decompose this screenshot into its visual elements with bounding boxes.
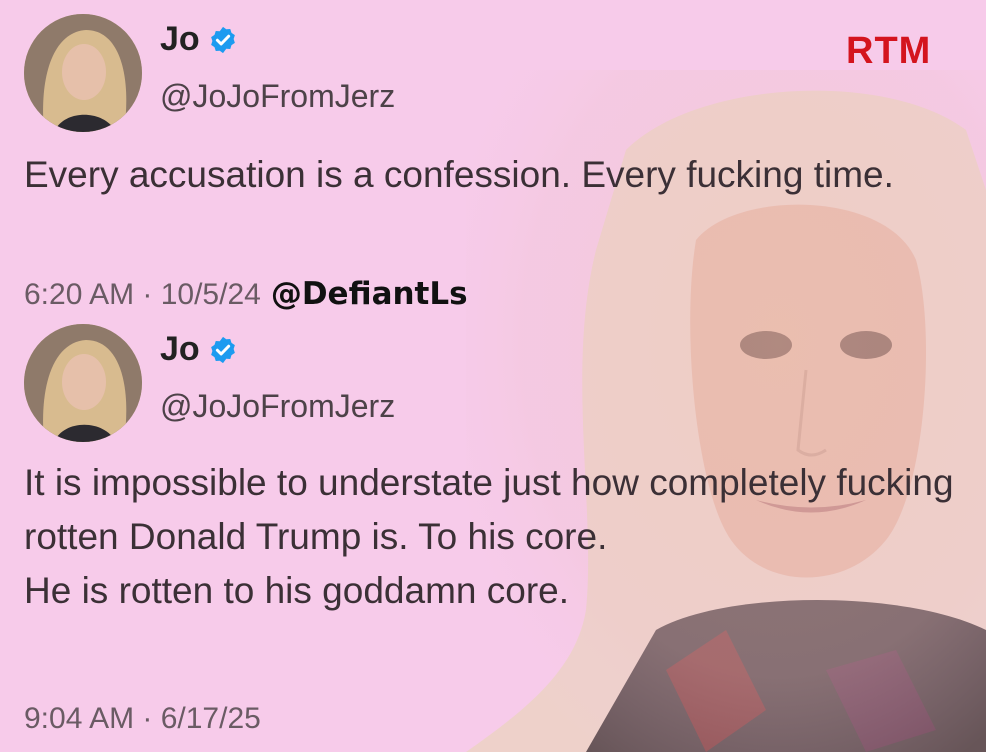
timestamp[interactable]: 6:20 AM · 10/5/24 bbox=[24, 278, 261, 312]
avatar[interactable] bbox=[24, 324, 142, 442]
tweet-text-paragraph: He is rotten to his goddamn core. bbox=[24, 570, 570, 611]
avatar[interactable] bbox=[24, 14, 142, 132]
verified-badge-icon bbox=[208, 25, 238, 55]
display-name[interactable]: Jo bbox=[160, 330, 200, 369]
tweet-text: It is impossible to understate just how … bbox=[24, 456, 954, 618]
watermark-credit: @DefiantLs bbox=[270, 276, 468, 312]
handle[interactable]: @JoJoFromJerz bbox=[160, 78, 395, 115]
timestamp[interactable]: 9:04 AM · 6/17/25 bbox=[24, 702, 261, 736]
handle[interactable]: @JoJoFromJerz bbox=[160, 388, 395, 425]
tweet-meta: 6:20 AM · 10/5/24 @DefiantLs bbox=[24, 276, 468, 312]
tweet-text: Every accusation is a confession. Every … bbox=[24, 154, 894, 195]
rtm-logo: RTM bbox=[846, 30, 932, 72]
tweet-meta: 9:04 AM · 6/17/25 bbox=[24, 702, 261, 736]
tweet-text-paragraph: It is impossible to understate just how … bbox=[24, 462, 954, 557]
display-name[interactable]: Jo bbox=[160, 20, 200, 59]
verified-badge-icon bbox=[208, 335, 238, 365]
